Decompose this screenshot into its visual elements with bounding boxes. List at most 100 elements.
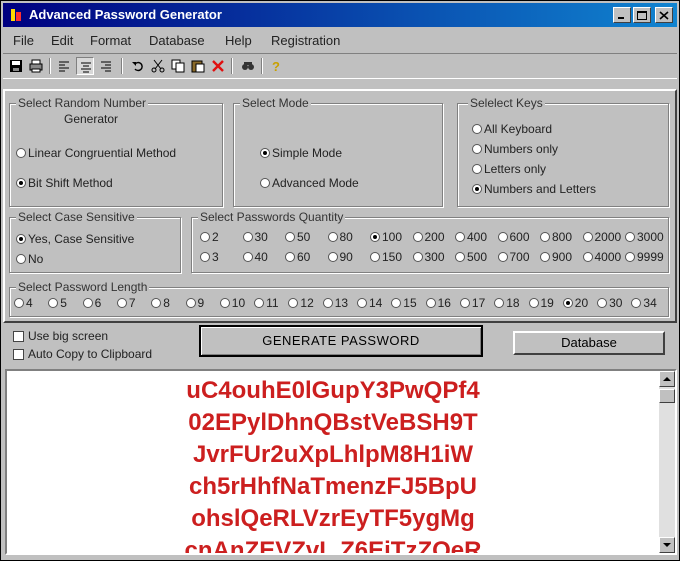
- print-icon: [29, 59, 43, 73]
- mode-option-advanced[interactable]: Advanced Mode: [260, 176, 359, 190]
- option-11[interactable]: 11: [254, 296, 279, 310]
- option-4000[interactable]: 4000: [582, 250, 621, 264]
- option-13[interactable]: 13: [322, 296, 349, 310]
- minimize-button[interactable]: [613, 7, 631, 23]
- option-40[interactable]: 40: [242, 250, 268, 264]
- option-900[interactable]: 900: [540, 250, 572, 264]
- option-90[interactable]: 90: [327, 250, 353, 264]
- rng-option-bitshift[interactable]: Bit Shift Method: [16, 176, 113, 190]
- option-200[interactable]: 200: [412, 230, 445, 244]
- option-4[interactable]: 4: [14, 296, 33, 310]
- copy-button[interactable]: [169, 57, 187, 75]
- quantity-group: Select Passwords Quantity 2 30 50 80 100 200 4…: [191, 210, 669, 273]
- auto-copy-checkbox[interactable]: Auto Copy to Clipboard: [13, 347, 152, 361]
- case-option-label: Yes, Case Sensitive: [28, 232, 135, 246]
- option-9999[interactable]: 9999: [625, 250, 664, 264]
- option-label: 4: [26, 296, 33, 310]
- vertical-scrollbar[interactable]: [659, 371, 675, 553]
- cut-button[interactable]: [149, 57, 167, 75]
- option-10[interactable]: 10: [219, 296, 245, 310]
- option-400[interactable]: 400: [455, 230, 487, 244]
- keys-option-all[interactable]: All Keyboard: [472, 122, 552, 136]
- delete-button[interactable]: [209, 57, 227, 75]
- option-100[interactable]: 100: [370, 230, 402, 244]
- option-3000[interactable]: 3000: [625, 230, 664, 244]
- radio-icon: [631, 298, 642, 308]
- option-50[interactable]: 50: [285, 230, 310, 244]
- option-12[interactable]: 12: [288, 296, 314, 310]
- window-title: Advanced Password Generator: [29, 7, 222, 22]
- option-2[interactable]: 2: [200, 230, 219, 244]
- option-34[interactable]: 34: [631, 296, 657, 310]
- case-option-yes[interactable]: Yes, Case Sensitive: [16, 232, 134, 246]
- paste-button[interactable]: [189, 57, 207, 75]
- option-300[interactable]: 300: [412, 250, 445, 264]
- option-600[interactable]: 600: [497, 230, 530, 244]
- title-bar[interactable]: Advanced Password Generator: [3, 3, 677, 27]
- big-screen-checkbox[interactable]: Use big screen: [13, 329, 108, 343]
- option-30[interactable]: 30: [597, 296, 622, 310]
- generate-password-button[interactable]: GENERATE PASSWORD: [199, 325, 483, 357]
- scroll-thumb[interactable]: [659, 389, 675, 403]
- menu-format[interactable]: Format: [90, 33, 131, 48]
- keys-option-letters[interactable]: Letters only: [472, 162, 546, 176]
- keys-option-numbers[interactable]: Numbers only: [472, 142, 558, 156]
- option-label: 13: [334, 296, 349, 310]
- help-icon: ?: [272, 59, 280, 73]
- option-9[interactable]: 9: [185, 296, 204, 310]
- option-8[interactable]: 8: [151, 296, 170, 310]
- option-800[interactable]: 800: [540, 230, 572, 244]
- help-button[interactable]: ?: [267, 57, 285, 75]
- scroll-down-button[interactable]: [659, 537, 675, 553]
- maximize-button[interactable]: [633, 7, 651, 23]
- option-5[interactable]: 5: [48, 296, 67, 310]
- database-button[interactable]: Database: [513, 331, 665, 355]
- align-right-button[interactable]: [97, 57, 115, 75]
- rng-option-linear[interactable]: Linear Congruential Method: [16, 146, 176, 160]
- align-center-button[interactable]: [76, 57, 94, 75]
- option-16[interactable]: 16: [425, 296, 451, 310]
- option-500[interactable]: 500: [455, 250, 487, 264]
- option-7[interactable]: 7: [116, 296, 136, 310]
- menu-help[interactable]: Help: [225, 33, 252, 48]
- menu-file[interactable]: File: [13, 33, 34, 48]
- option-6[interactable]: 6: [82, 296, 101, 310]
- settings-panel: Select Random Number Generator Linear Co…: [3, 89, 677, 323]
- big-screen-label: Use big screen: [28, 329, 109, 343]
- case-option-no[interactable]: No: [16, 252, 43, 266]
- option-15[interactable]: 15: [391, 296, 417, 310]
- option-18[interactable]: 18: [494, 296, 520, 310]
- mode-option-simple[interactable]: Simple Mode: [260, 146, 342, 160]
- align-left-button[interactable]: [55, 57, 73, 75]
- save-button[interactable]: [7, 57, 25, 75]
- option-19[interactable]: 19: [528, 296, 554, 310]
- radio-selected-icon: [16, 234, 26, 244]
- undo-icon: [132, 61, 143, 72]
- option-20[interactable]: 20: [562, 296, 588, 310]
- radio-icon: [285, 252, 295, 262]
- menu-database[interactable]: Database: [149, 33, 205, 48]
- menu-edit[interactable]: Edit: [51, 33, 73, 48]
- option-3[interactable]: 3: [200, 250, 219, 264]
- password-output[interactable]: uC4ouhE0lGupY3PwQPf4 02EPylDhnQBstVeBSH9…: [5, 369, 677, 555]
- option-80[interactable]: 80: [327, 230, 353, 244]
- option-label: 50: [297, 230, 311, 244]
- option-label: 11: [266, 296, 279, 310]
- scroll-up-button[interactable]: [659, 371, 675, 387]
- search-button[interactable]: [239, 57, 257, 75]
- option-700[interactable]: 700: [497, 250, 530, 264]
- option-17[interactable]: 17: [459, 296, 485, 310]
- close-button[interactable]: [655, 7, 673, 23]
- option-30[interactable]: 30: [242, 230, 268, 244]
- undo-button[interactable]: [129, 57, 147, 75]
- radio-icon: [625, 252, 635, 262]
- keys-option-numbers-letters[interactable]: Numbers and Letters: [472, 182, 596, 196]
- option-14[interactable]: 14: [357, 296, 382, 310]
- menu-registration[interactable]: Registration: [271, 33, 340, 48]
- option-60[interactable]: 60: [285, 250, 310, 264]
- option-150[interactable]: 150: [370, 250, 402, 264]
- radio-selected-icon: [370, 232, 380, 242]
- print-button[interactable]: [27, 57, 45, 75]
- option-2000[interactable]: 2000: [582, 230, 621, 244]
- arrow-down-icon: [663, 543, 671, 547]
